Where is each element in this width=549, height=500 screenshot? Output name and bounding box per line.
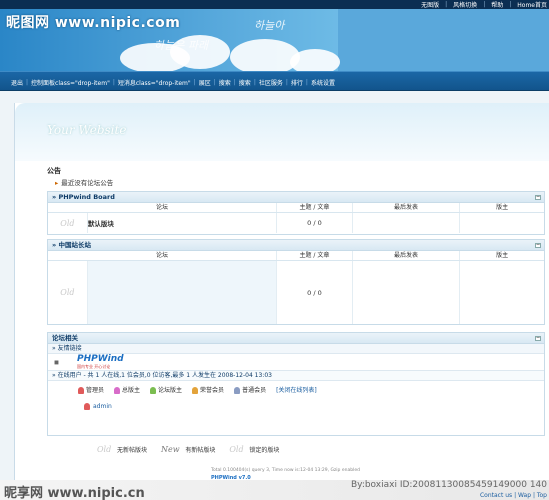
info-title[interactable]: 论坛相关 − bbox=[48, 333, 544, 344]
phpwind-logo-link[interactable]: PHPWind 国内专业 开心讨论 bbox=[77, 354, 124, 370]
nav-item-messages[interactable]: 短消息class="drop-item" bbox=[115, 78, 194, 87]
arrow-icon: ▸ bbox=[55, 179, 59, 187]
legend-locked: Old 锁定的版块 bbox=[229, 445, 280, 454]
legend-honor: 荣誉会员 bbox=[192, 385, 224, 394]
nav-item-logout[interactable]: 退出 bbox=[8, 78, 26, 87]
bottom-watermark: 昵享网 www.nipic.cn By:boxiaxi ID:200811300… bbox=[0, 480, 549, 500]
collapse-icon[interactable]: − bbox=[535, 243, 541, 248]
board-title[interactable]: » PHPwind Board − bbox=[48, 192, 544, 203]
user-icon bbox=[114, 386, 121, 394]
cloud-shape bbox=[230, 39, 300, 71]
member-legend: 管理员 总版主 论坛版主 荣誉会员 普通会员 [关闭在线列表] bbox=[48, 381, 544, 397]
user-icon bbox=[234, 386, 241, 394]
top-link-nopic[interactable]: 无图版 bbox=[421, 0, 439, 9]
online-member[interactable]: admin bbox=[48, 397, 544, 415]
user-icon bbox=[78, 386, 84, 394]
collapse-icon[interactable]: − bbox=[535, 336, 541, 341]
top-link-help[interactable]: 帮助 bbox=[491, 0, 503, 9]
online-users-summary: » 在线用户 - 共 1 人在线,1 位会员,0 位访客,最多 1 人发生在 2… bbox=[48, 371, 544, 381]
banner-handwriting: 하늘아 bbox=[254, 19, 285, 32]
board-name[interactable]: 默认版块 bbox=[88, 213, 278, 233]
board-status-legend: Old 无新帖版块 New 有新帖版块 Old 锁定的版块 bbox=[97, 445, 279, 454]
nav-item-control-panel[interactable]: 控制面板class="drop-item" bbox=[28, 78, 113, 87]
board-moderator bbox=[460, 213, 544, 233]
legend-new: New 有新帖版块 bbox=[161, 445, 216, 454]
footer-links[interactable]: Contact us | Wap | Top bbox=[480, 492, 547, 499]
banner-handwriting: 하늘은 파래 bbox=[154, 39, 209, 52]
user-icon bbox=[150, 386, 157, 394]
user-icon bbox=[84, 402, 90, 410]
board-title[interactable]: » 中国站长站 − bbox=[48, 240, 544, 251]
banner: 昵图网 www.nipic.com 하늘아 하늘은 파래 bbox=[0, 9, 549, 71]
forum-header: Your Website bbox=[15, 103, 549, 161]
watermark-left: 昵享网 www.nipic.cn bbox=[4, 486, 145, 500]
legend-super-moderator: 总版主 bbox=[114, 385, 140, 394]
legend-member: 普通会员 bbox=[234, 385, 266, 394]
board-phpwind: » PHPwind Board − 论坛 主题 / 文章 最后发表 版主 Old … bbox=[47, 191, 545, 235]
top-link-home[interactable]: Home首页 bbox=[517, 0, 547, 9]
table-row[interactable]: Old 默认版块 0 / 0 bbox=[48, 213, 544, 233]
user-icon bbox=[192, 386, 199, 394]
board-last-post bbox=[353, 213, 461, 233]
board-column-header: 论坛 主题 / 文章 最后发表 版主 bbox=[48, 203, 544, 213]
main-nav: 退出 | 控制面板class="drop-item" | 短消息class="dro… bbox=[0, 71, 549, 91]
banner-watermark: 昵图网 www.nipic.com bbox=[6, 15, 181, 31]
nav-item-settings[interactable]: 系统设置 bbox=[308, 78, 338, 87]
board-chinaz: » 中国站长站 − 论坛 主题 / 文章 最后发表 版主 Old 0 / 0 bbox=[47, 239, 545, 325]
nav-item-services[interactable]: 社区服务 bbox=[256, 78, 286, 87]
legend-old: Old 无新帖版块 bbox=[97, 445, 147, 454]
watermark-right: By:boxiaxi ID:20081130085459149000 140 bbox=[350, 480, 547, 490]
nav-item-gallery[interactable]: 展区 bbox=[196, 78, 214, 87]
cloud-shape bbox=[290, 49, 340, 71]
nav-item-search[interactable]: 搜索 bbox=[216, 78, 234, 87]
legend-admin: 管理员 bbox=[78, 385, 104, 394]
collapse-icon[interactable]: − bbox=[535, 195, 541, 200]
board-last-post bbox=[353, 261, 461, 324]
board-column-header: 论坛 主题 / 文章 最后发表 版主 bbox=[48, 251, 544, 261]
top-link-style[interactable]: 风格切换 bbox=[453, 0, 477, 9]
table-row[interactable]: Old 0 / 0 bbox=[48, 261, 544, 324]
top-links: 无图版 | 风格切换 | 帮助 | Home首页 bbox=[421, 0, 547, 9]
forum-logo[interactable]: Your Website bbox=[47, 123, 126, 137]
link-icon: ◼ bbox=[54, 358, 59, 366]
nav-item-search-2[interactable]: 搜索 bbox=[236, 78, 254, 87]
notice-item[interactable]: ▸ 最近没有论坛公告 bbox=[55, 177, 113, 187]
board-count: 0 / 0 bbox=[277, 261, 353, 324]
links-title: » 友情链接 bbox=[48, 344, 544, 354]
board-name[interactable] bbox=[87, 261, 278, 324]
board-count: 0 / 0 bbox=[277, 213, 353, 233]
notice-title: 公告 bbox=[47, 167, 61, 175]
banner-right bbox=[338, 9, 549, 71]
content-wrapper: Your Website 公告 ▸ 最近没有论坛公告 » PHPwind Boar… bbox=[14, 103, 549, 500]
board-moderator bbox=[460, 261, 544, 324]
board-status-icon: Old bbox=[48, 261, 88, 324]
friend-links-row: ◼ PHPWind 国内专业 开心讨论 bbox=[48, 354, 544, 371]
debug-info: Total 0.100404(s) query 3, Time now is:1… bbox=[211, 468, 360, 473]
board-status-icon: Old bbox=[48, 213, 88, 233]
legend-moderator: 论坛版主 bbox=[150, 385, 182, 394]
nav-item-ranking[interactable]: 排行 bbox=[288, 78, 306, 87]
close-online-list-link[interactable]: [关闭在线列表] bbox=[276, 385, 317, 394]
top-bar: 无图版 | 风格切换 | 帮助 | Home首页 bbox=[0, 0, 549, 9]
forum-info: 论坛相关 − » 友情链接 ◼ PHPWind 国内专业 开心讨论 » 在线用户 -… bbox=[47, 332, 545, 436]
